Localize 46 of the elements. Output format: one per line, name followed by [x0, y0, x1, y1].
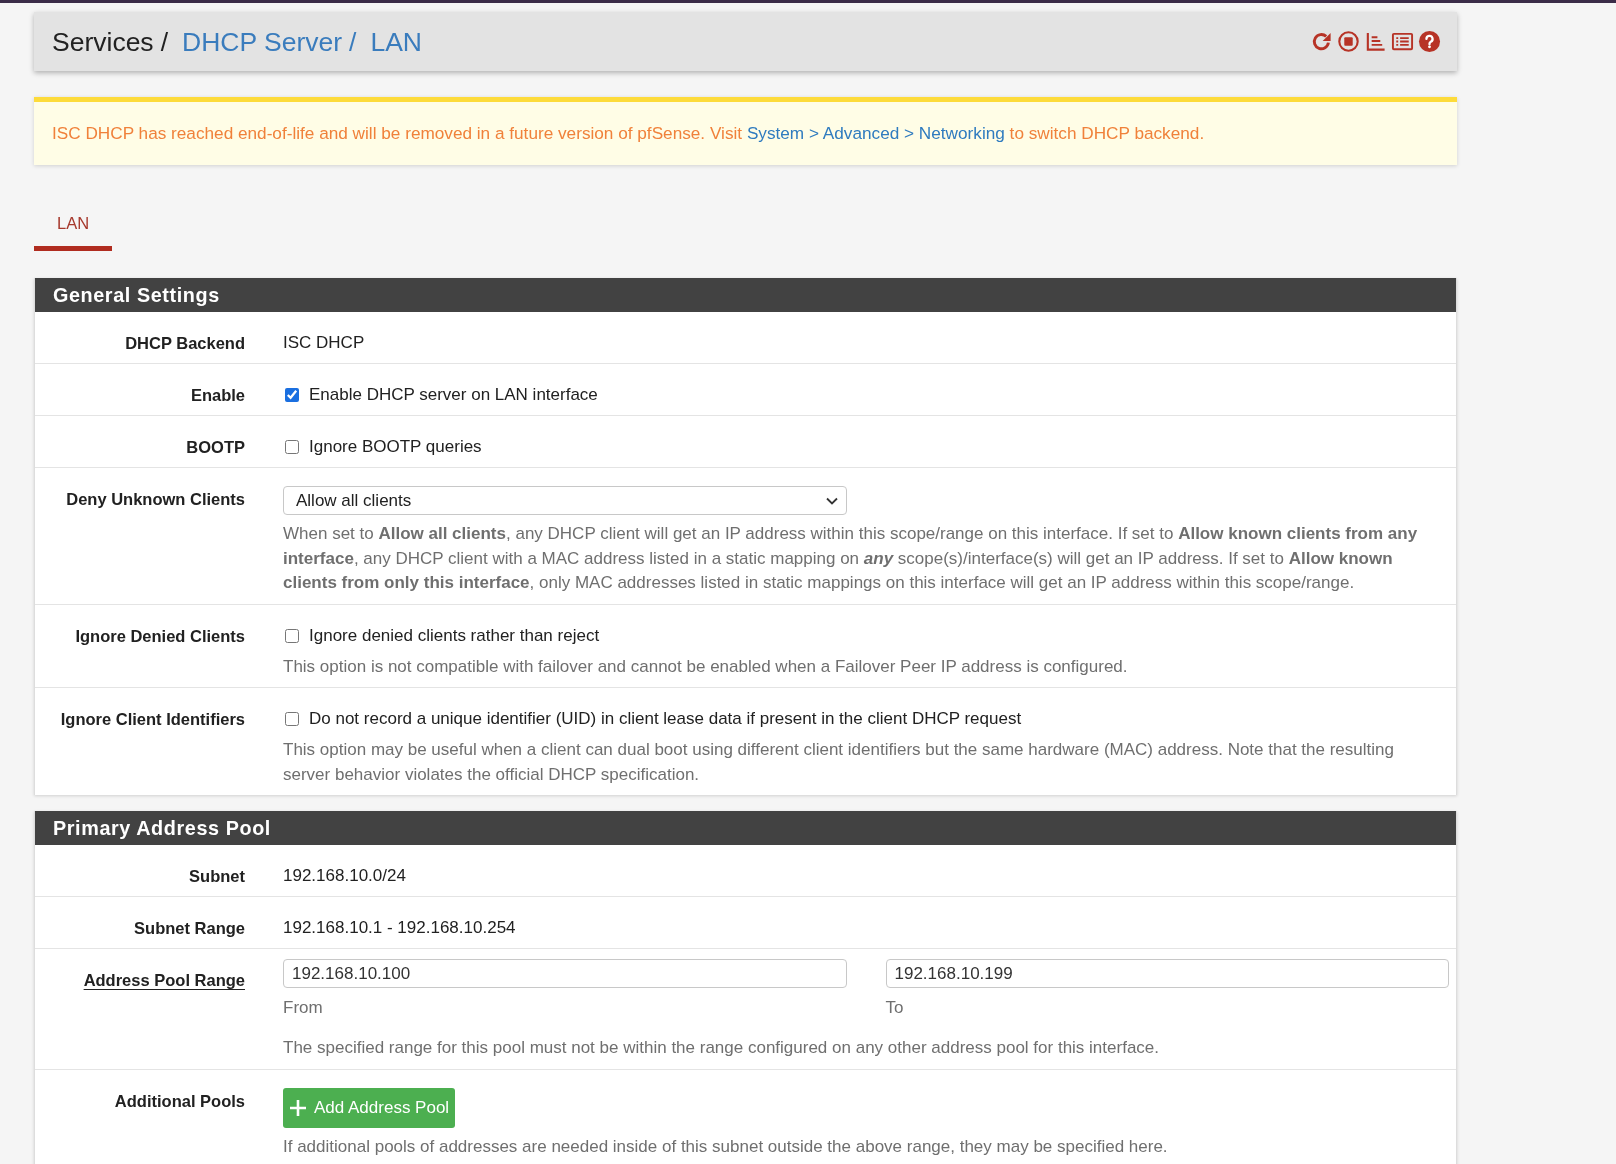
section-header: General Settings — [35, 278, 1456, 312]
breadcrumb-separator: / — [349, 25, 357, 59]
refresh-icon[interactable] — [1310, 30, 1333, 53]
field-value: 192.168.10.0/24 — [283, 865, 407, 887]
list-icon[interactable] — [1391, 30, 1414, 53]
field-label: Ignore Denied Clients — [74, 625, 245, 647]
plus-icon — [288, 1097, 308, 1118]
field-label: Subnet Range — [133, 918, 245, 939]
field-label: Address Pool Range — [82, 970, 245, 991]
checkbox-label[interactable]: Enable DHCP server on LAN interface — [309, 383, 598, 407]
field-label: BOOTP — [185, 437, 245, 458]
checkbox[interactable] — [285, 712, 299, 726]
field-label: Deny Unknown Clients — [65, 489, 245, 510]
checkbox[interactable] — [285, 440, 299, 454]
warning-message: ISC DHCP has reached end-of-life and will be removed in a future version of pfSense. Visit System > Advanced > Networking to switch DHCP backend. — [52, 121, 1205, 145]
field-caption: From — [283, 997, 324, 1019]
dropdown[interactable]: Allow all clients — [283, 486, 847, 515]
chevron-down-icon — [825, 496, 838, 505]
help-icon[interactable] — [1418, 30, 1441, 53]
stop-icon[interactable] — [1337, 30, 1360, 53]
field-label: Enable — [189, 385, 245, 406]
help-text: This option may be useful when a client can dual boot using different client identifiers but the same hardware (MAC) address. Note that the resulting server behavior violates the official DHCP specification. — [283, 739, 1395, 786]
input-field[interactable]: 192.168.10.100 — [283, 959, 847, 988]
breadcrumb-text: Services — [52, 25, 154, 59]
field-caption: To — [885, 997, 905, 1019]
checkbox-label[interactable]: Do not record a unique identifier (UID) in client lease data if present in the client DHCP request — [309, 707, 1022, 731]
help-text: The specified range for this pool must not be within the range configured on any other address pool for this interface. — [283, 1037, 1160, 1059]
field-value: 192.168.10.1 - 192.168.10.254 — [283, 917, 517, 939]
help-text: This option is not compatible with failover and cannot be enabled when a Failover Peer IP address is configured. — [283, 655, 1129, 678]
checkbox-label[interactable]: Ignore denied clients rather than reject — [309, 623, 600, 648]
field-label: Ignore Client Identifiers — [59, 709, 245, 730]
log-icon[interactable] — [1364, 30, 1387, 53]
input-field[interactable]: 192.168.10.199 — [885, 959, 1449, 988]
field-label: DHCP Backend — [124, 333, 245, 354]
tab[interactable]: LAN — [34, 202, 113, 251]
checkbox[interactable] — [285, 388, 299, 402]
checkbox-label[interactable]: Ignore BOOTP queries — [309, 435, 482, 459]
field-label: Additional Pools — [113, 1090, 245, 1112]
settings-link[interactable]: System > Advanced > Networking — [746, 122, 1005, 143]
checkbox[interactable] — [285, 628, 299, 643]
help-text: When set to Allow all clients, any DHCP client will get an IP address within this scope/range on this interface. If set to Allow known clients from any interface, any DHCP client with a MAC address listed in a static mapping on any scope(s)/interface(s) will get an IP address. If set to Allow known clients from only this interface, only MAC addresses listed in static mappings on this interface will get an IP address within this scope/range. — [283, 523, 1419, 594]
help-text: If additional pools of addresses are needed inside of this subnet outside the above range, they may be specified here. — [283, 1135, 1169, 1158]
field-value: ISC DHCP — [283, 332, 366, 354]
breadcrumb-separator: / — [160, 25, 168, 59]
section-header: Primary Address Pool — [35, 811, 1456, 845]
field-label: Subnet — [188, 866, 245, 887]
